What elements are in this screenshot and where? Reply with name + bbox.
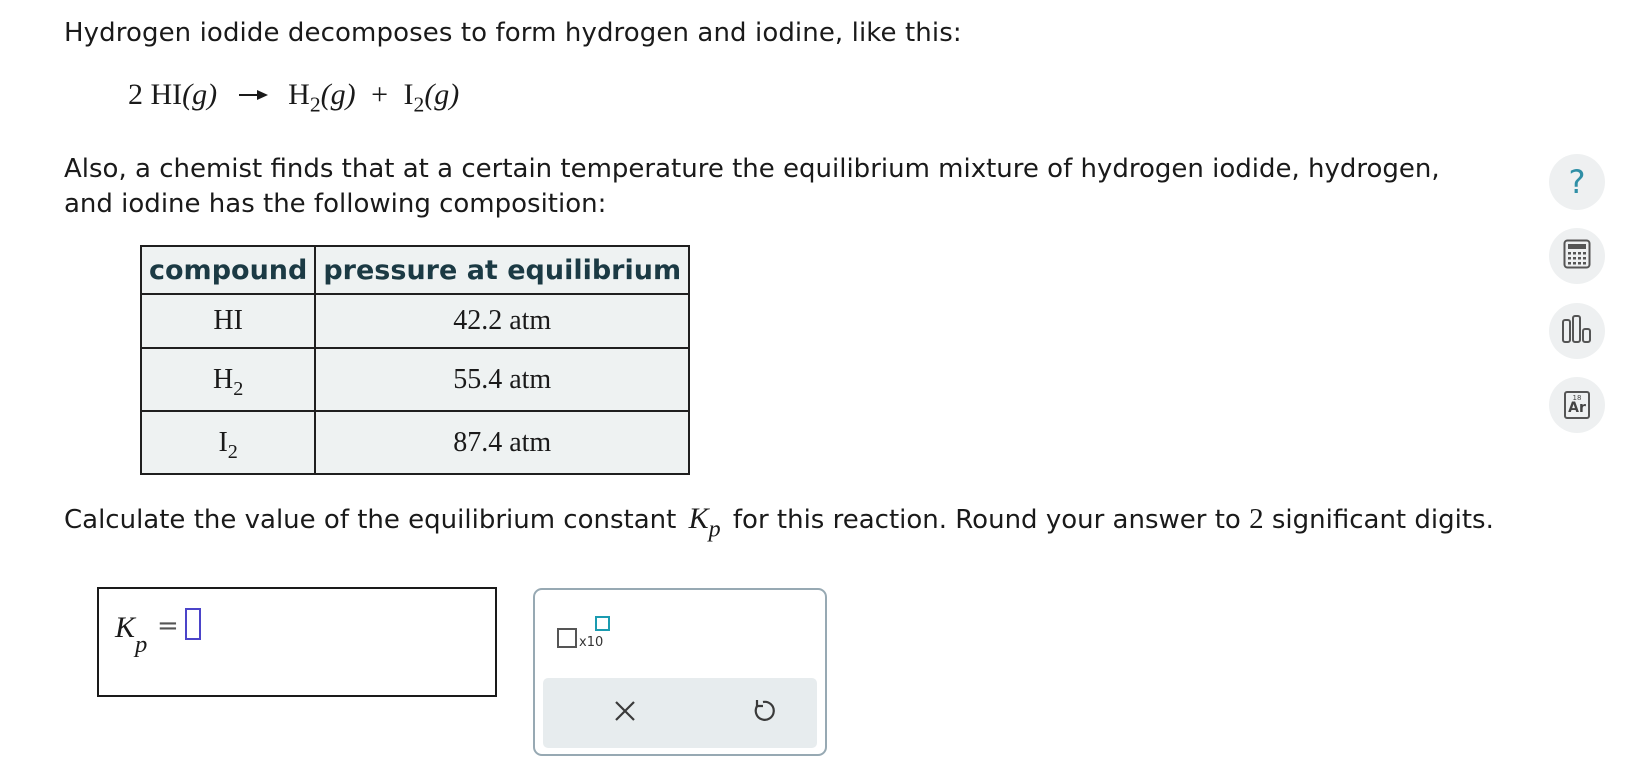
table-row: HI 42.2 atm	[139, 293, 691, 349]
composition-table: compound pressure at equilibrium HI 42.2…	[139, 245, 691, 475]
equation-plus: +	[371, 78, 389, 111]
equation-product-2: I	[403, 78, 414, 111]
periodic-table-button[interactable]: 18 Ar	[1549, 377, 1605, 433]
question-text: Calculate the value of the equilibrium c…	[64, 502, 1494, 543]
table-header-row: compound pressure at equilibrium	[139, 245, 691, 295]
action-button-bar	[543, 678, 817, 748]
compound-cell: H2	[139, 347, 317, 412]
close-icon	[613, 699, 637, 727]
equation-product-2-subscript: 2	[413, 92, 425, 117]
pressure-cell: 87.4 atm	[314, 410, 691, 475]
math-tool-panel: x10	[533, 588, 827, 756]
equation-product-1-state: (g)	[320, 78, 356, 111]
scientific-notation-button[interactable]: x10	[557, 616, 617, 660]
periodic-element-icon: 18 Ar	[1564, 391, 1590, 419]
question-after: significant digits.	[1271, 505, 1494, 535]
column-header-compound: compound	[139, 245, 317, 295]
column-header-pressure: pressure at equilibrium	[314, 245, 691, 295]
pressure-cell: 42.2 atm	[314, 293, 691, 349]
undo-icon	[749, 697, 777, 729]
x10-label: x10	[579, 635, 604, 650]
question-digits: 2	[1249, 503, 1264, 535]
equation-reactant-state: (g)	[182, 78, 218, 111]
table-row: I2 87.4 atm	[139, 410, 691, 475]
answer-equals: =	[157, 611, 179, 641]
equation-product-1: H	[288, 78, 310, 111]
reaction-arrow-icon	[238, 75, 269, 109]
question-before: Calculate the value of the equilibrium c…	[64, 505, 677, 535]
calculator-icon	[1563, 239, 1591, 273]
help-button[interactable]: ?	[1549, 154, 1605, 210]
data-chart-button[interactable]	[1549, 303, 1605, 359]
exponent-box-icon	[595, 616, 610, 631]
undo-button[interactable]	[738, 688, 788, 738]
equation-reactant: HI	[150, 78, 183, 111]
bar-chart-icon	[1561, 314, 1593, 348]
table-row: H2 55.4 atm	[139, 347, 691, 412]
periodic-atomic-number: 18	[1572, 394, 1582, 402]
intro-text: Hydrogen iodide decomposes to form hydro…	[64, 18, 962, 48]
answer-input-box[interactable]: Kp =	[97, 587, 497, 697]
answer-input-field[interactable]	[185, 608, 201, 640]
composition-paragraph: Also, a chemist finds that at a certain …	[64, 154, 1440, 219]
compound-cell: I2	[139, 410, 317, 475]
equation-product-1-subscript: 2	[309, 92, 321, 117]
calculator-button[interactable]	[1549, 228, 1605, 284]
equation-product-2-state: (g)	[424, 78, 460, 111]
question-symbol: Kp	[688, 502, 721, 543]
clear-button[interactable]	[600, 688, 650, 738]
question-mark-icon: ?	[1568, 163, 1586, 201]
base-box-icon	[557, 628, 577, 648]
compound-cell: HI	[139, 293, 317, 349]
chemical-equation: 2 HI(g) H2(g) + I2(g)	[128, 75, 460, 115]
equation-coefficient: 2	[128, 78, 143, 111]
answer-label: Kp	[115, 611, 148, 658]
pressure-cell: 55.4 atm	[314, 347, 691, 412]
question-middle: for this reaction. Round your answer to	[732, 505, 1241, 535]
